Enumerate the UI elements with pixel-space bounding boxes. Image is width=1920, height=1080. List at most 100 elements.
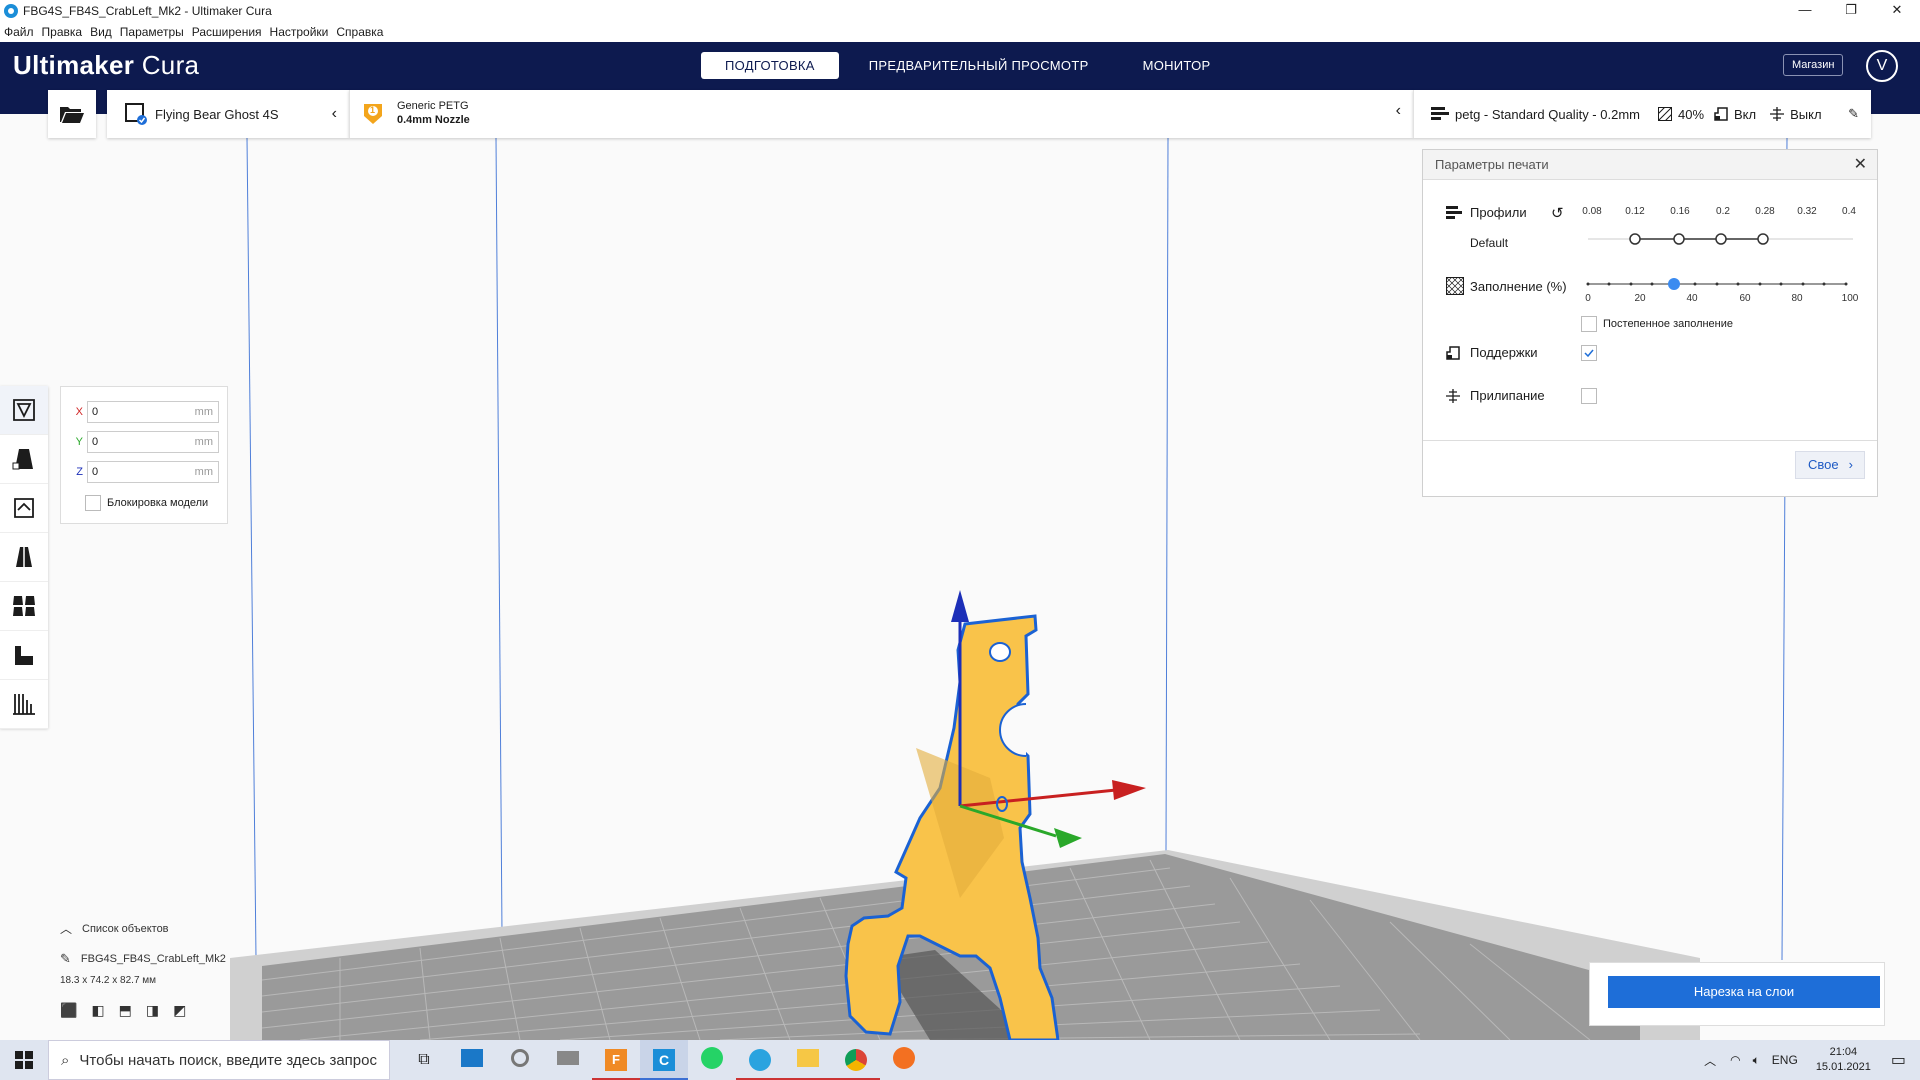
music-app-icon[interactable] (880, 1046, 928, 1074)
support-value: Вкл (1734, 106, 1757, 122)
close-icon[interactable]: ✕ (1854, 150, 1867, 180)
rotate-tool[interactable] (0, 484, 48, 533)
support-label: Поддержки (1470, 345, 1538, 360)
move-tool[interactable] (0, 386, 48, 435)
support-checkbox[interactable] (1581, 345, 1597, 361)
mirror-tool[interactable] (0, 533, 48, 582)
support-blocker-tool[interactable] (0, 631, 48, 680)
material-selector[interactable]: 1 Generic PETG 0.4mm Nozzle ‹ (349, 90, 1413, 138)
adhesion-label: Прилипание (1470, 388, 1545, 403)
volume-edge (246, 137, 257, 959)
volume-icon[interactable]: 🔈︎ (1753, 1053, 1760, 1068)
material-name: Generic PETG (397, 100, 469, 112)
view-top-icon[interactable]: ⬒ (119, 1002, 132, 1019)
restore-button[interactable]: ❐ (1828, 0, 1874, 22)
notification-icon[interactable]: ▭ (1891, 1050, 1906, 1070)
file-explorer-icon[interactable] (784, 1040, 832, 1080)
z-axis-arrow[interactable] (951, 590, 969, 622)
menu-file[interactable]: Файл (0, 25, 38, 39)
marketplace-button[interactable]: Магазин (1783, 54, 1844, 76)
print-settings-title: Параметры печати (1435, 157, 1549, 172)
chevron-left-icon[interactable]: ‹ (1396, 102, 1401, 120)
per-model-icon (13, 596, 35, 616)
chevron-up-icon: ︿ (60, 922, 73, 936)
z-input[interactable]: 0 mm (87, 461, 219, 483)
webcam-icon[interactable] (496, 1048, 544, 1072)
language-indicator[interactable]: ENG (1772, 1053, 1798, 1067)
lock-model-checkbox[interactable] (85, 495, 101, 511)
menu-edit[interactable]: Правка (38, 25, 87, 39)
gradual-infill-label: Постепенное заполнение (1603, 318, 1734, 330)
view-left-icon[interactable]: ◨ (146, 1002, 159, 1019)
menu-help[interactable]: Справка (332, 25, 387, 39)
object-name[interactable]: FBG4S_FB4S_CrabLeft_Mk2 (81, 953, 226, 965)
y-axis-arrow[interactable] (1054, 828, 1082, 848)
whatsapp-icon[interactable] (688, 1046, 736, 1074)
layer-tool[interactable] (0, 680, 48, 729)
pencil-icon[interactable]: ✎ (1848, 106, 1859, 122)
custom-settings-button[interactable]: Свое › (1795, 451, 1865, 479)
windows-start-button[interactable] (0, 1040, 48, 1080)
wifi-icon[interactable]: ◠ (1730, 1053, 1740, 1067)
taskbar-search[interactable]: ⌕ Чтобы начать поиск, введите здесь запр… (48, 1040, 390, 1080)
material-warning-icon: 1 (362, 102, 384, 124)
infill-slider[interactable] (1583, 277, 1853, 291)
x-input[interactable]: 0 mm (87, 401, 219, 423)
menu-settings[interactable]: Параметры (116, 25, 188, 39)
task-view-icon[interactable]: ⧉ (400, 1051, 448, 1069)
minimize-button[interactable]: — (1782, 0, 1828, 22)
adhesion-value: Выкл (1790, 106, 1822, 122)
scale-tool[interactable] (0, 435, 48, 484)
windows-logo-icon (15, 1051, 33, 1069)
x-axis-arrow[interactable] (1112, 780, 1146, 800)
tab-monitor[interactable]: МОНИТОР (1119, 52, 1235, 79)
infill-tick: 40 (1686, 293, 1698, 304)
account-avatar[interactable]: V (1866, 50, 1898, 82)
clock[interactable]: 21:04 15.01.2021 (1816, 1045, 1871, 1075)
printer-app-icon[interactable] (544, 1050, 592, 1070)
infill-tick: 60 (1739, 293, 1751, 304)
slice-panel: Нарезка на слои (1589, 962, 1885, 1026)
object-list-toggle[interactable]: ︿ Список объектов (60, 920, 226, 937)
layer-height-slider[interactable] (1588, 232, 1858, 246)
gradual-infill-checkbox[interactable] (1581, 316, 1597, 332)
checkmark-icon (1584, 349, 1594, 358)
search-icon: ⌕ (61, 1051, 70, 1069)
pencil-icon[interactable]: ✎ (60, 951, 71, 967)
reset-icon[interactable]: ↺ (1551, 204, 1564, 222)
slice-button[interactable]: Нарезка на слои (1608, 976, 1880, 1008)
open-file-button[interactable] (48, 90, 96, 138)
app-logo: Ultimaker Cura (13, 50, 200, 80)
adhesion-checkbox[interactable] (1581, 388, 1597, 404)
photos-icon[interactable] (448, 1048, 496, 1072)
move-icon (13, 399, 35, 421)
telegram-icon[interactable] (736, 1040, 784, 1080)
lock-model-label: Блокировка модели (107, 497, 209, 509)
cura-taskbar-icon[interactable]: C (640, 1040, 688, 1080)
support-icon (1446, 345, 1460, 360)
chevron-right-icon: › (1848, 457, 1853, 472)
printer-selector[interactable]: Flying Bear Ghost 4S ‹ (107, 90, 349, 138)
layer-tick: 0.2 (1716, 206, 1730, 217)
menu-preferences[interactable]: Настройки (266, 25, 333, 39)
chevron-left-icon[interactable]: ‹ (332, 105, 337, 123)
folder-open-icon (60, 107, 84, 123)
chevron-up-icon[interactable]: ︿ (1704, 1052, 1716, 1069)
view-front-icon[interactable]: ◧ (91, 1002, 104, 1019)
view-3d-icon[interactable]: ⬛ (60, 1002, 77, 1019)
chrome-icon[interactable] (832, 1040, 880, 1080)
menu-extensions[interactable]: Расширения (188, 25, 266, 39)
infill-slider-handle (1668, 278, 1680, 290)
adhesion-icon (1770, 107, 1785, 121)
view-right-icon[interactable]: ◩ (173, 1002, 186, 1019)
tab-preview[interactable]: ПРЕДВАРИТЕЛЬНЫЙ ПРОСМОТР (845, 52, 1113, 79)
tab-prepare[interactable]: ПОДГОТОВКА (701, 52, 839, 79)
per-model-settings-tool[interactable] (0, 582, 48, 631)
layers-icon (13, 694, 35, 715)
fusion-icon[interactable]: F (592, 1040, 640, 1080)
nozzle-size: 0.4mm Nozzle (397, 114, 470, 126)
print-settings-selector[interactable]: petg - Standard Quality - 0.2mm 40% Вкл … (1413, 90, 1871, 138)
close-window-button[interactable]: ✕ (1874, 0, 1920, 22)
menu-view[interactable]: Вид (86, 25, 116, 39)
y-input[interactable]: 0 mm (87, 431, 219, 453)
